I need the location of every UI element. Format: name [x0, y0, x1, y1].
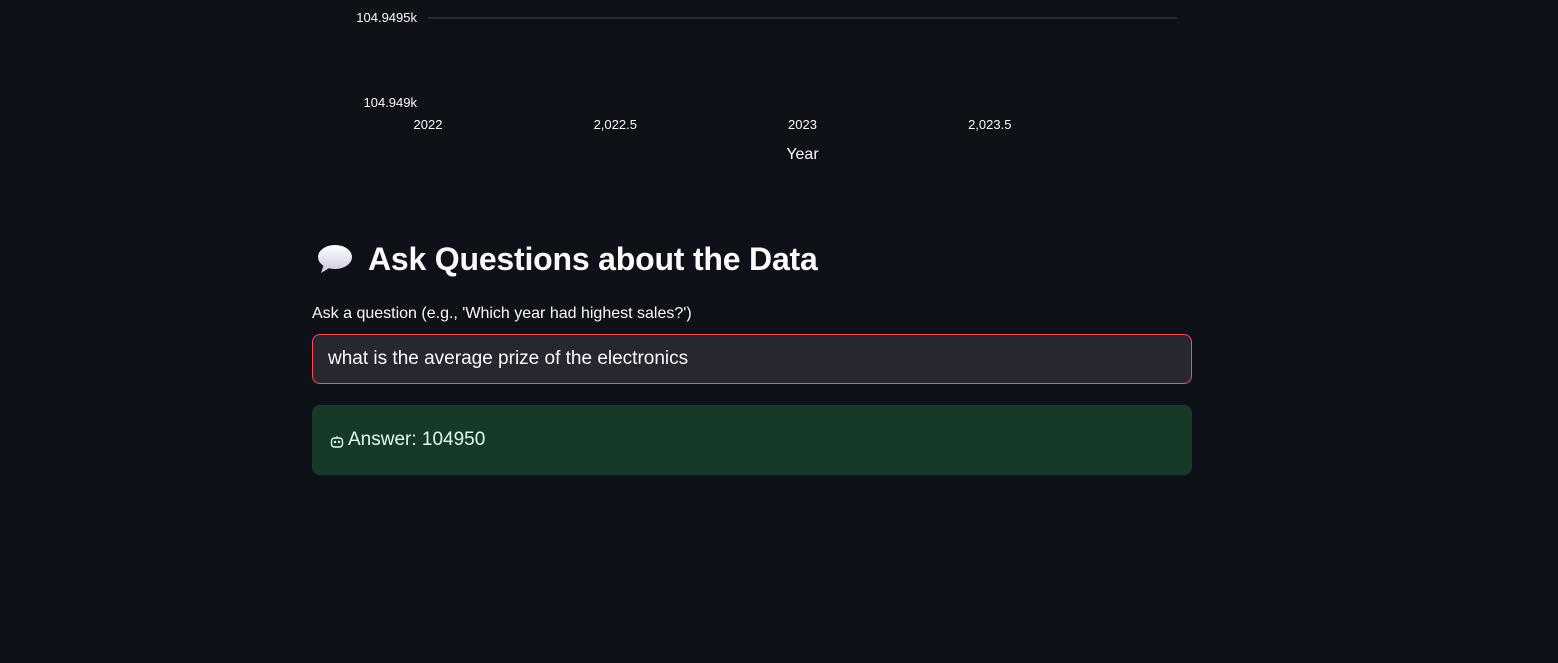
chart-svg: 104.9495k 104.949k 2022 2,022.5 2023 2,023.5 Y…	[356, 10, 1177, 163]
x-tick-label: 2,023.5	[968, 117, 1011, 132]
section-heading: Ask Questions about the Data	[312, 232, 1192, 286]
qa-section: Ask Questions about the Data Ask a quest…	[312, 232, 1192, 475]
answer-box: Answer: 104950	[312, 405, 1192, 475]
year-chart: 104.9495k 104.949k 2022 2,022.5 2023 2,023.5 Y…	[300, 0, 1200, 175]
answer-text: Answer: 104950	[348, 429, 486, 450]
x-tick-label: 2,022.5	[594, 117, 637, 132]
question-input-container[interactable]	[312, 334, 1192, 384]
y-tick-label: 104.9495k	[356, 10, 417, 25]
robot-face-icon	[330, 433, 344, 448]
x-axis-title: Year	[786, 146, 819, 163]
app-root: 104.9495k 104.949k 2022 2,022.5 2023 2,023.5 Y…	[0, 0, 1558, 663]
section-title: Ask Questions about the Data	[368, 240, 818, 277]
y-tick-label: 104.949k	[364, 95, 418, 110]
x-tick-label: 2022	[414, 117, 443, 132]
x-tick-label: 2023	[788, 117, 817, 132]
question-input[interactable]	[328, 348, 1176, 370]
question-label: Ask a question (e.g., 'Which year had hi…	[312, 305, 692, 322]
speech-balloon-icon	[317, 244, 355, 274]
